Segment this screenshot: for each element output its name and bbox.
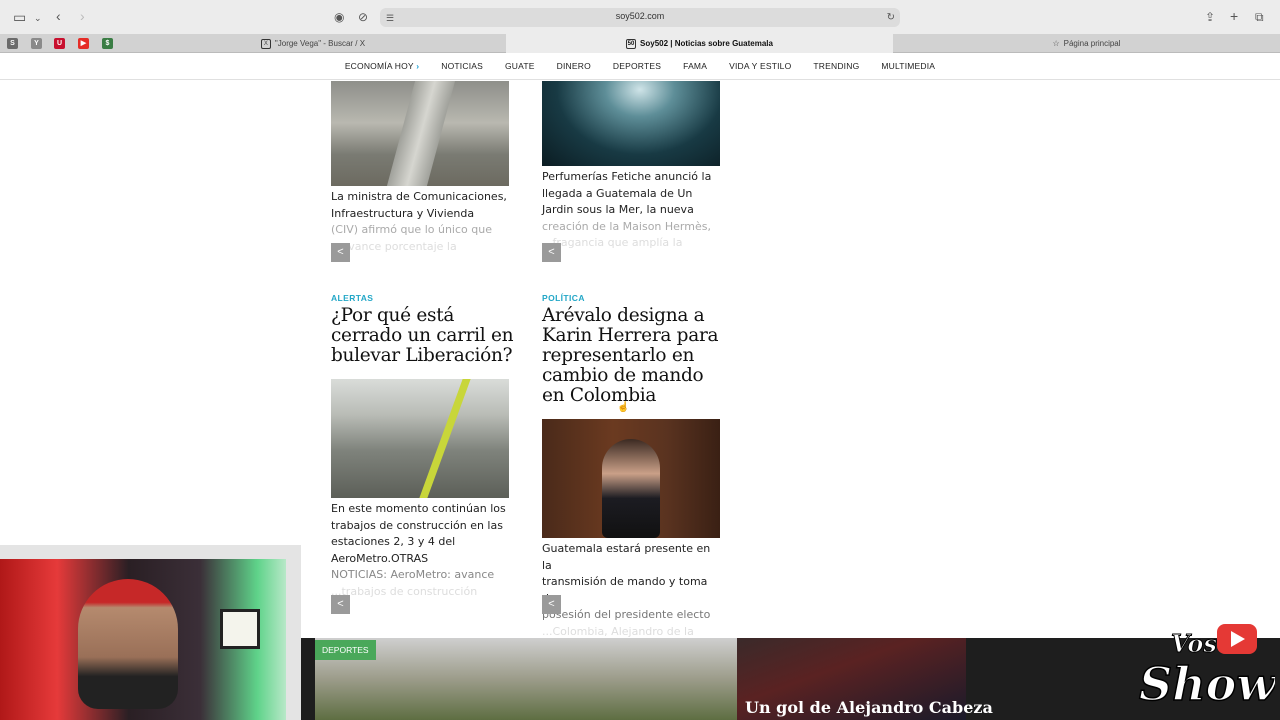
- sports-headline[interactable]: Un gol de Alejandro Cabeza: [745, 698, 993, 717]
- article-excerpt: Perfumerías Fetiche anunció la llegada a…: [542, 169, 720, 252]
- headline-line: cerrado un carril en: [331, 325, 514, 346]
- share-icon[interactable]: <: [542, 595, 561, 614]
- soy502-icon: 50: [626, 38, 637, 49]
- chevron-right-icon: ›: [416, 61, 420, 71]
- vos-show-logo: Vos Show: [1138, 624, 1275, 712]
- nav-item-noticias[interactable]: NOTICIAS: [430, 61, 494, 71]
- plus-icon[interactable]: +: [1230, 9, 1238, 23]
- excerpt-line: Guatemala estará presente en la: [542, 542, 711, 572]
- nav-item-multimedia[interactable]: MULTIMEDIA: [870, 61, 946, 71]
- headline-line: ¿Por qué está: [331, 305, 455, 326]
- logo-text-bottom: Show: [1139, 657, 1275, 711]
- nav-item-fama[interactable]: FAMA: [672, 61, 718, 71]
- article-excerpt: Guatemala estará presente en la transmis…: [542, 541, 720, 641]
- headline-line: cambio de mando: [542, 365, 704, 386]
- headline-line: Arévalo designa a: [542, 305, 705, 326]
- headline-line: en Colombia: [542, 385, 657, 406]
- category-label[interactable]: POLÍTICA: [542, 293, 585, 303]
- share-icon[interactable]: <: [331, 243, 350, 262]
- tabs-overview-icon[interactable]: ⧉: [1255, 10, 1264, 24]
- excerpt-line: trabajos de construcción en las: [331, 518, 503, 532]
- tab-x-search[interactable]: X "Jorge Vega" - Buscar / X: [120, 34, 506, 53]
- pinned-tab-1[interactable]: S: [7, 38, 18, 49]
- article-excerpt: En este momento continúan los trabajos d…: [331, 501, 509, 601]
- share-icon[interactable]: <: [542, 243, 561, 262]
- x-icon: X: [260, 38, 271, 49]
- upload-icon[interactable]: ⇪: [1205, 10, 1215, 24]
- nav-label: ECONOMÍA HOY: [344, 61, 414, 71]
- tab-label: Soy502 | Noticias sobre Guatemala: [640, 39, 773, 48]
- headline-line: Karin Herrera para: [542, 325, 719, 346]
- sports-image-runner[interactable]: [315, 638, 737, 720]
- nav-item-trending[interactable]: TRENDING: [802, 61, 870, 71]
- excerpt-line: transmisión de mando y toma de: [542, 575, 708, 605]
- excerpt-line: La ministra de Comunicaciones,: [331, 190, 507, 203]
- compass-icon[interactable]: ⊘: [358, 10, 368, 24]
- pinned-tab-4[interactable]: ▶: [78, 38, 89, 49]
- privacy-icon[interactable]: ◉: [334, 10, 344, 24]
- excerpt-line: estaciones 2, 3 y 4 del: [331, 535, 456, 549]
- share-icon[interactable]: <: [331, 595, 350, 614]
- article-image-portrait[interactable]: [542, 419, 720, 538]
- article-image-highway[interactable]: [331, 81, 509, 186]
- excerpt-line: En este momento continúan los: [331, 502, 506, 515]
- pinned-tab-2[interactable]: Y: [31, 38, 42, 49]
- tab-home[interactable]: ☆ Página principal: [893, 34, 1280, 53]
- excerpt-line: llegada a Guatemala de Un: [542, 186, 693, 200]
- excerpt-line: ...trabajos de construcción: [331, 584, 478, 598]
- forward-icon[interactable]: ›: [80, 9, 85, 23]
- monitor-shape: [220, 609, 260, 649]
- tab-soy502[interactable]: 50 Soy502 | Noticias sobre Guatemala: [506, 34, 893, 53]
- article-image-underwater[interactable]: [542, 81, 720, 166]
- nav-item-dinero[interactable]: DINERO: [546, 61, 602, 71]
- address-bar[interactable]: ☰ soy502.com ↻: [380, 8, 900, 27]
- reload-icon[interactable]: ↻: [887, 11, 895, 25]
- person-shape: [602, 439, 660, 538]
- excerpt-line: AeroMetro.OTRAS: [331, 551, 429, 565]
- headline-line: representarlo en: [542, 345, 695, 366]
- article-headline[interactable]: ¿Por qué está cerrado un carril en bulev…: [331, 306, 516, 366]
- excerpt-line: creación de la Maison Hermès,: [542, 219, 711, 233]
- tab-label: Página principal: [1063, 39, 1121, 48]
- webcam-feed: [0, 559, 286, 720]
- excerpt-line: posesión del presidente electo: [542, 608, 711, 622]
- star-icon: ☆: [1052, 39, 1060, 48]
- nav-item-deportes[interactable]: DEPORTES: [602, 61, 672, 71]
- excerpt-line: ...fragancia que amplía la: [542, 236, 683, 250]
- url-text: soy502.com: [615, 11, 665, 21]
- category-label[interactable]: ALERTAS: [331, 293, 373, 303]
- excerpt-line: Infraestructura y Vivienda: [331, 206, 475, 220]
- sidebar-icon[interactable]: ▭: [13, 10, 26, 24]
- excerpt-line: ...avance porcentaje la: [331, 239, 457, 253]
- nav-item-guate[interactable]: GUATE: [494, 61, 546, 71]
- crane-shape: [419, 379, 471, 498]
- excerpt-line: (CIV) afirmó que lo único que: [331, 223, 492, 237]
- sports-badge[interactable]: DEPORTES: [315, 640, 376, 660]
- excerpt-line: Perfumerías Fetiche anunció la: [542, 170, 712, 183]
- excerpt-line: NOTICIAS: AeroMetro: avance: [331, 568, 495, 582]
- browser-toolbar: ▭ ⌄ ‹ › ◉ ⊘ ☰ soy502.com ↻ ⇪ + ⧉: [0, 0, 1280, 34]
- tab-label: "Jorge Vega" - Buscar / X: [274, 39, 366, 48]
- article-excerpt: La ministra de Comunicaciones, Infraestr…: [331, 189, 509, 255]
- article-image-construction[interactable]: [331, 379, 509, 498]
- nav-item-economia[interactable]: ECONOMÍA HOY ›: [334, 61, 430, 71]
- site-nav: ECONOMÍA HOY › NOTICIAS GUATE DINERO DEP…: [0, 53, 1280, 80]
- road-shape: [386, 81, 456, 186]
- streamer-shape: [78, 579, 178, 709]
- back-icon[interactable]: ‹: [56, 9, 61, 23]
- chevron-down-icon[interactable]: ⌄: [34, 11, 42, 25]
- logo-text-top: Vos: [1171, 629, 1217, 658]
- pinned-tab-5[interactable]: $: [102, 38, 113, 49]
- nav-item-vida-estilo[interactable]: VIDA Y ESTILO: [718, 61, 802, 71]
- cursor-icon: ☝: [617, 402, 630, 413]
- pinned-tab-3[interactable]: U: [54, 38, 65, 49]
- excerpt-line: Jardin sous la Mer, la nueva: [542, 203, 694, 217]
- headline-line: bulevar Liberación?: [331, 345, 513, 366]
- article-headline[interactable]: Arévalo designa a Karin Herrera para rep…: [542, 306, 727, 406]
